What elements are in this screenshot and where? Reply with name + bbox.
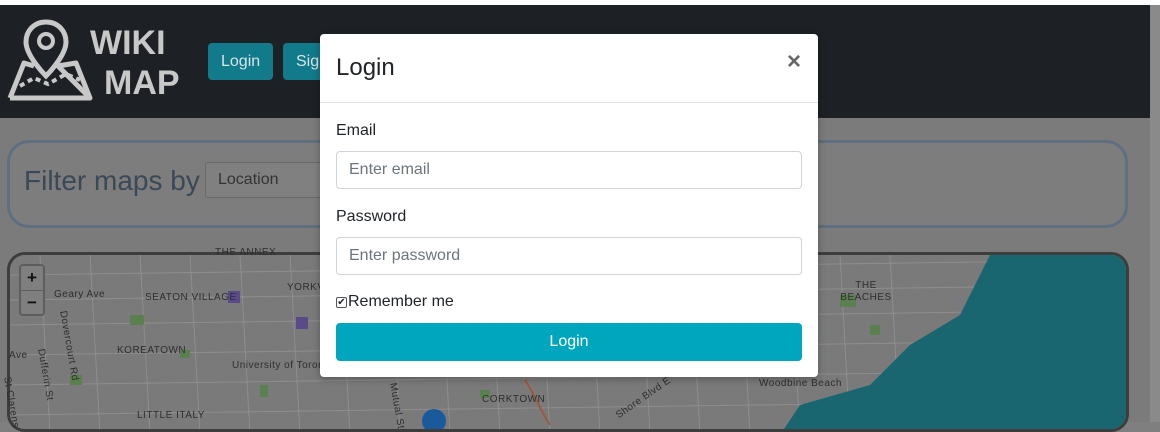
map-label: SEATON VILLAGE [145,292,237,303]
email-field[interactable] [336,151,802,189]
map-label: University of Toronto [232,360,334,371]
subway-icon [296,317,308,329]
modal-title: Login [336,54,395,81]
filter-label: Filter maps by [24,165,200,196]
map-label: Geary Ave [54,289,106,300]
remember-row: ✔ Remember me [336,293,454,311]
email-label: Email [336,122,377,139]
map-label: Woodbine Beach [759,378,842,389]
scrollbar-track[interactable] [1150,5,1160,422]
map-label: Ave [9,350,28,361]
zoom-in-button[interactable]: + [21,266,43,290]
map-label: THE BEACHES [840,280,892,303]
logo-text-wiki: WIKI [90,24,166,62]
password-field[interactable] [336,237,802,275]
zoom-out-button[interactable]: − [21,291,43,315]
map-label: THE ANNEX [215,247,277,258]
password-label: Password [336,208,407,225]
zoom-control: + − [19,264,45,316]
logo-text-map: MAP [104,64,180,102]
login-modal: Login × Email Password ✔ Remember me Log… [320,34,818,377]
map-marker-icon[interactable] [422,409,446,432]
close-icon[interactable]: × [787,48,801,76]
filter-select[interactable]: Location [205,162,335,198]
modal-header: Login × [320,34,818,103]
remember-label[interactable]: Remember me [348,293,454,311]
nav-login-button[interactable]: Login [208,43,274,80]
map-label: LITTLE ITALY [137,410,205,421]
map-label: CORKTOWN [482,394,546,405]
login-submit-button[interactable]: Login [336,323,802,361]
remember-checkbox[interactable]: ✔ [336,296,347,308]
map-label: KOREATOWN [117,345,187,356]
wikimap-logo: WIKI MAP [7,19,180,102]
